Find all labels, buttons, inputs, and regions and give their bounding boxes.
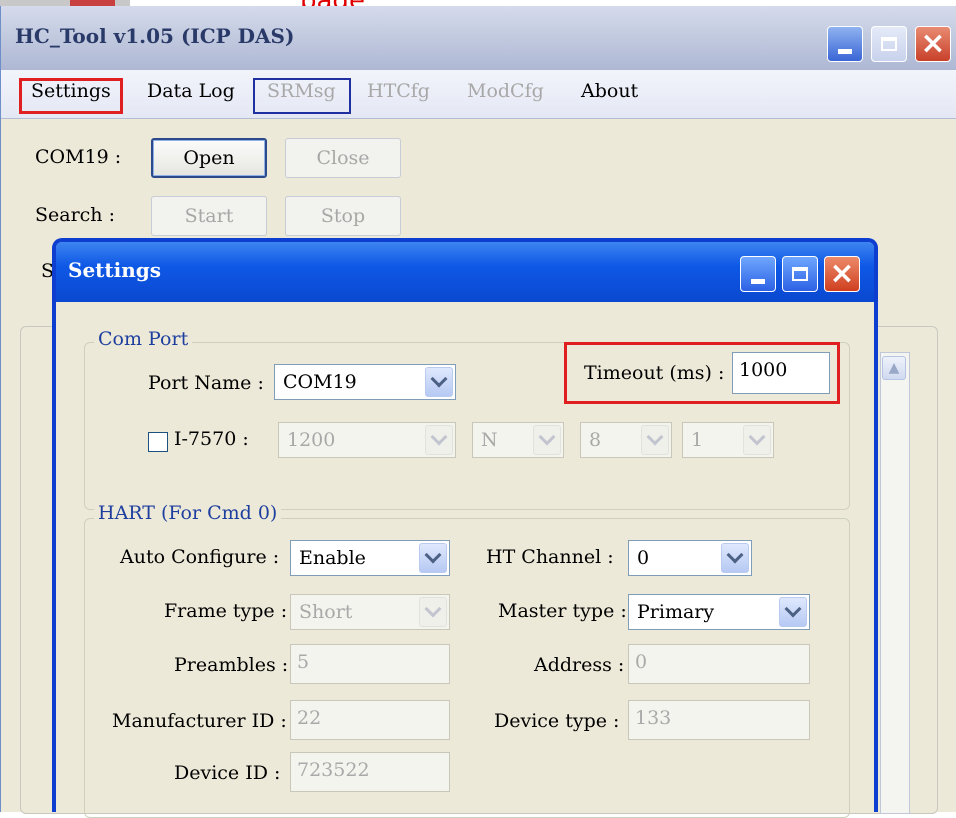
auto-configure-value: Enable	[299, 547, 366, 569]
parity-select[interactable]: N	[472, 422, 564, 458]
port-name-label: Port Name :	[148, 372, 264, 394]
i7570-label: I-7570 :	[174, 428, 249, 450]
main-window-title: HC_Tool v1.05 (ICP DAS)	[15, 24, 295, 48]
close-icon: ×	[920, 26, 946, 61]
chevron-down-icon[interactable]	[721, 543, 749, 573]
address-label: Address :	[534, 654, 625, 676]
auto-configure-label: Auto Configure :	[120, 546, 280, 568]
parity-value: N	[481, 429, 498, 451]
port-name-select[interactable]: COM19	[274, 364, 456, 400]
device-type-value: 133	[635, 707, 672, 729]
master-type-value: Primary	[637, 601, 715, 623]
device-type-input[interactable]: 133	[628, 700, 810, 740]
stop-bits-value: 1	[691, 429, 704, 451]
device-type-label: Device type :	[494, 710, 620, 732]
close-window-button[interactable]: ×	[915, 26, 951, 62]
frame-type-value: Short	[299, 601, 353, 623]
chevron-down-icon[interactable]	[743, 425, 771, 455]
device-id-input[interactable]: 723522	[290, 752, 450, 792]
manufacturer-id-input[interactable]: 22	[290, 700, 450, 740]
chevron-down-icon[interactable]	[533, 425, 561, 455]
settings-dialog: Settings × Com Port Port Name : COM19 Ti…	[52, 238, 878, 818]
address-input[interactable]: 0	[628, 644, 810, 684]
timeout-label: Timeout (ms) :	[584, 362, 725, 384]
manufacturer-id-value: 22	[297, 707, 322, 729]
open-button[interactable]: Open	[151, 138, 267, 178]
baud-rate-value: 1200	[287, 429, 336, 451]
minimize-button[interactable]	[827, 26, 863, 62]
i7570-checkbox[interactable]	[148, 432, 168, 452]
scroll-up-icon[interactable]: ▲	[882, 356, 906, 380]
address-value: 0	[635, 651, 648, 673]
main-titlebar: HC_Tool v1.05 (ICP DAS) ×	[1, 6, 956, 71]
frame-type-select[interactable]: Short	[290, 594, 450, 630]
maximize-icon	[881, 37, 897, 51]
master-type-select[interactable]: Primary	[628, 594, 810, 630]
preambles-label: Preambles :	[174, 654, 289, 676]
ht-channel-value: 0	[637, 547, 650, 569]
ht-channel-label: HT Channel :	[486, 546, 614, 568]
timeout-input[interactable]: 1000	[732, 352, 830, 394]
baud-rate-select[interactable]: 1200	[278, 422, 456, 458]
dialog-close-button[interactable]: ×	[824, 256, 860, 292]
menu-about[interactable]: About	[581, 80, 638, 102]
menu-settings[interactable]: Settings	[31, 80, 111, 102]
stop-bits-select[interactable]: 1	[682, 422, 774, 458]
menu-bar: Settings Data Log SRMsg HTCfg ModCfg Abo…	[1, 70, 956, 119]
maximize-icon	[792, 267, 808, 281]
close-icon: ×	[829, 256, 855, 291]
manufacturer-id-label: Manufacturer ID :	[112, 710, 287, 732]
chevron-down-icon[interactable]	[419, 597, 447, 627]
background-list-scrollbar[interactable]	[880, 352, 910, 814]
search-label: Search :	[35, 204, 115, 226]
frame-type-label: Frame type :	[164, 600, 288, 622]
settings-dialog-titlebar: Settings ×	[56, 242, 874, 302]
chevron-down-icon[interactable]	[779, 597, 807, 627]
dialog-minimize-button[interactable]	[740, 256, 776, 292]
start-button[interactable]: Start	[151, 196, 267, 236]
preambles-value: 5	[297, 651, 310, 673]
chevron-down-icon[interactable]	[641, 425, 669, 455]
chevron-down-icon[interactable]	[425, 425, 453, 455]
data-bits-value: 8	[589, 429, 602, 451]
stop-button[interactable]: Stop	[285, 196, 401, 236]
menu-data-log[interactable]: Data Log	[147, 80, 235, 102]
chevron-down-icon[interactable]	[425, 367, 453, 397]
com-port-label: COM19 :	[35, 146, 122, 168]
maximize-button[interactable]	[871, 26, 907, 62]
chevron-down-icon[interactable]	[419, 543, 447, 573]
close-button[interactable]: Close	[285, 138, 401, 178]
menu-srmsg[interactable]: SRMsg	[267, 80, 336, 102]
port-name-value: COM19	[283, 371, 357, 393]
master-type-label: Master type :	[498, 600, 627, 622]
settings-dialog-title: Settings	[68, 258, 162, 282]
hart-group-title: HART (For Cmd 0)	[94, 502, 282, 524]
minimize-icon	[751, 278, 765, 284]
dialog-maximize-button[interactable]	[782, 256, 818, 292]
device-id-value: 723522	[297, 759, 370, 781]
auto-configure-select[interactable]: Enable	[290, 540, 450, 576]
menu-modcfg[interactable]: ModCfg	[467, 80, 544, 102]
minimize-icon	[838, 48, 852, 54]
ht-channel-select[interactable]: 0	[628, 540, 752, 576]
device-id-label: Device ID :	[174, 762, 281, 784]
timeout-value: 1000	[739, 359, 788, 381]
data-bits-select[interactable]: 8	[580, 422, 672, 458]
preambles-input[interactable]: 5	[290, 644, 450, 684]
menu-htcfg[interactable]: HTCfg	[367, 80, 430, 102]
com-port-group-title: Com Port	[94, 328, 193, 350]
